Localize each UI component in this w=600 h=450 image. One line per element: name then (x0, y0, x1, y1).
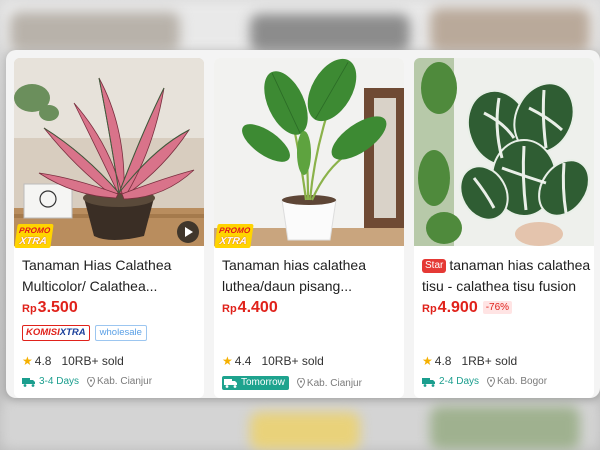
delivery-time: 2-4 Days (439, 376, 480, 387)
delivery-info: 3-4 Days Kab. Cianjur (22, 376, 152, 387)
product-price: Rp4.900 -76% (422, 299, 513, 317)
seller-location: Kab. Cianjur (87, 376, 152, 387)
rating-value: 4.8 (434, 354, 452, 368)
product-rating: ★ 4.8 1RB+ sold (422, 354, 517, 368)
delivery-truck-icon (422, 377, 435, 387)
product-image[interactable] (414, 58, 594, 246)
seller-location: Kab. Cianjur (296, 377, 362, 389)
sold-count: 10RB+ sold (61, 354, 124, 368)
delivery-info: 2-4 Days Kab. Bogor (422, 376, 547, 387)
star-icon: ★ (222, 354, 233, 368)
product-title-text: tanaman hias calathea tisu - calathea ti… (422, 257, 591, 294)
location-pin-icon (87, 376, 96, 387)
price-value: 3.500 (37, 299, 78, 316)
price-currency: Rp (222, 303, 237, 315)
price-currency: Rp (422, 303, 437, 315)
location-text: Kab. Bogor (497, 376, 548, 387)
product-title[interactable]: Tanaman Hias Calathea Multicolor/ Calath… (22, 255, 200, 297)
price-currency: Rp (22, 303, 37, 315)
location-pin-icon (487, 376, 496, 387)
seller-location: Kab. Bogor (487, 376, 547, 387)
sold-count: 1RB+ sold (461, 354, 518, 368)
sold-count: 10RB+ sold (261, 354, 324, 368)
promo-label: PROMO (218, 226, 252, 235)
product-card[interactable]: PROMO XTRA Tanaman hias calathea luthea/… (214, 58, 404, 398)
discount-badge: -76% (482, 301, 513, 314)
promo-xtra-badge: PROMO XTRA (214, 224, 254, 248)
location-text: Kab. Cianjur (306, 377, 362, 389)
rating-value: 4.8 (34, 354, 52, 368)
delivery-tomorrow-badge: Tomorrow (222, 376, 289, 390)
product-image[interactable] (214, 58, 404, 246)
promo-xtra-label: XTRA (218, 236, 248, 247)
wholesale-badge: wholesale (94, 325, 147, 341)
promo-xtra-label: XTRA (18, 236, 48, 247)
delivery-time: 3-4 Days (39, 376, 80, 387)
delivery-truck-icon (224, 379, 237, 388)
star-seller-badge: Star (422, 259, 447, 273)
komisi-xtra-label: XTRA (59, 327, 86, 338)
delivery-time: Tomorrow (241, 377, 285, 388)
delivery-truck-icon (22, 377, 35, 387)
product-price: Rp3.500 (22, 299, 78, 317)
komisi-label: KOMISI (26, 327, 60, 338)
price-value: 4.900 (437, 299, 478, 316)
location-pin-icon (296, 378, 305, 388)
product-card[interactable]: Star tanaman hias calathea tisu - calathe… (414, 58, 594, 398)
product-card[interactable]: PROMO XTRA Tanaman Hias Calathea Multico… (14, 58, 204, 398)
product-rating: ★ 4.8 10RB+ sold (22, 354, 124, 368)
star-icon: ★ (22, 354, 33, 368)
location-text: Kab. Cianjur (97, 376, 153, 387)
product-price: Rp4.400 (222, 299, 278, 317)
promo-xtra-badge: PROMO XTRA (14, 224, 54, 248)
product-title[interactable]: Star tanaman hias calathea tisu - calathe… (422, 255, 594, 297)
product-rating: ★ 4.4 10RB+ sold (222, 354, 324, 368)
star-icon: ★ (422, 354, 433, 368)
delivery-info: Tomorrow Kab. Cianjur (222, 376, 362, 390)
product-tags: KOMISIXTRA wholesale (22, 325, 147, 341)
play-icon[interactable] (177, 221, 199, 243)
product-title[interactable]: Tanaman hias calathea luthea/daun pisang… (222, 255, 400, 297)
rating-value: 4.4 (234, 354, 252, 368)
promo-label: PROMO (18, 226, 52, 235)
price-value: 4.400 (237, 299, 278, 316)
komisi-xtra-badge: KOMISIXTRA (22, 325, 90, 341)
product-image[interactable] (14, 58, 204, 246)
